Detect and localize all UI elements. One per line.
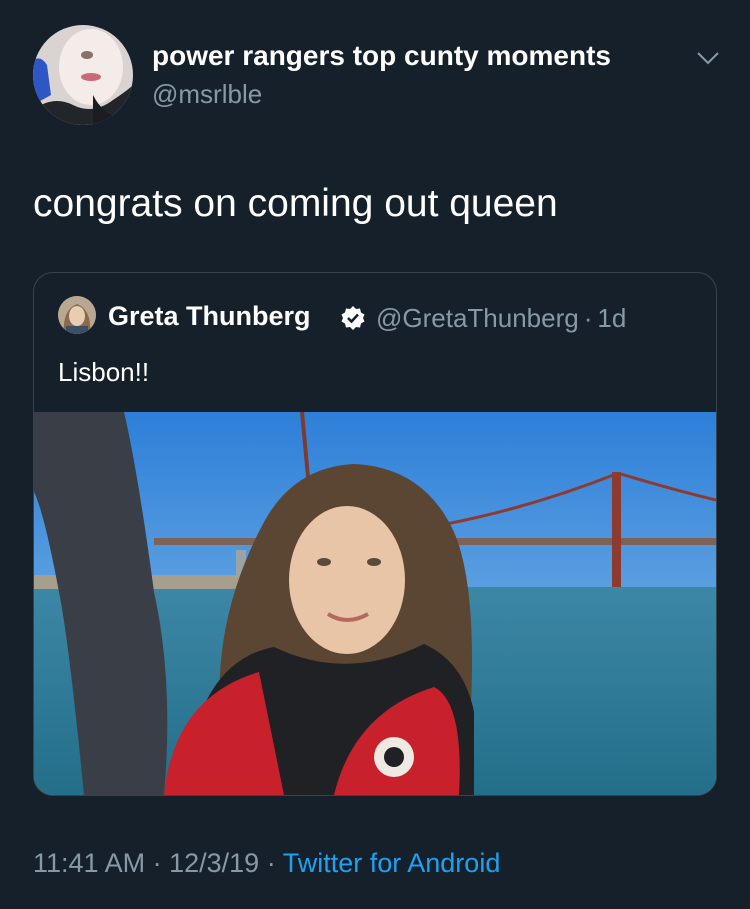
tweet-time[interactable]: 11:41 AM	[33, 848, 145, 878]
quoted-tweet-card[interactable]: Greta Thunberg @GretaThunberg · 1d Lisbon!…	[33, 272, 717, 796]
author-handle[interactable]: @msrlble	[152, 79, 262, 110]
tweet-date[interactable]: 12/3/19	[169, 848, 259, 878]
quoted-tweet-photo[interactable]	[34, 412, 716, 795]
quoted-avatar-image	[58, 296, 96, 334]
footer-separator: ·	[266, 848, 276, 878]
tweet-source-link[interactable]: Twitter for Android	[283, 848, 501, 878]
quoted-tweet-age[interactable]: 1d	[597, 303, 626, 333]
quoted-author-name[interactable]: Greta Thunberg	[108, 301, 311, 332]
meta-separator: ·	[583, 303, 593, 333]
quoted-author-avatar[interactable]	[58, 296, 96, 334]
tweet-text: congrats on coming out queen	[33, 182, 558, 225]
author-name[interactable]: power rangers top cunty moments	[152, 40, 611, 72]
quoted-tweet-text: Lisbon!!	[58, 357, 150, 387]
quoted-author-meta: @GretaThunberg · 1d	[376, 303, 626, 334]
quoted-author-handle[interactable]: @GretaThunberg	[376, 303, 579, 333]
tweet-footer: 11:41 AM · 12/3/19 · Twitter for Android	[33, 848, 500, 879]
author-avatar[interactable]	[33, 25, 133, 125]
footer-separator: ·	[152, 848, 162, 878]
verified-badge-icon	[341, 306, 365, 330]
author-avatar-image	[33, 25, 133, 125]
chevron-down-icon[interactable]	[694, 48, 722, 68]
